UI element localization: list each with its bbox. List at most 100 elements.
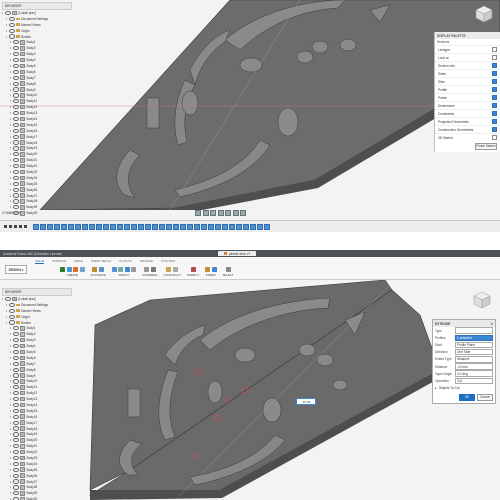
expand-arrow-icon[interactable]: [10, 123, 11, 126]
display-item[interactable]: Section Info: [435, 61, 500, 69]
toolbar-tab[interactable]: UTILITIES: [161, 259, 175, 264]
visibility-eye-icon[interactable]: [12, 105, 19, 110]
tool-icon[interactable]: [73, 267, 78, 272]
expand-arrow-icon[interactable]: [10, 194, 11, 197]
visibility-eye-icon[interactable]: [12, 128, 19, 133]
visibility-eye-icon[interactable]: [12, 479, 19, 484]
document-tab[interactable]: pinball deck v7: [218, 251, 257, 256]
display-item[interactable]: Constraints: [435, 109, 500, 117]
expand-arrow-icon[interactable]: [10, 59, 11, 62]
visibility-eye-icon[interactable]: [12, 116, 19, 122]
toolbar-tab[interactable]: SURFACE: [52, 259, 66, 264]
visibility-eye-icon[interactable]: [12, 99, 19, 104]
visibility-eye-icon[interactable]: [12, 87, 19, 92]
tool-icon[interactable]: [111, 267, 117, 272]
checkbox[interactable]: [492, 87, 497, 92]
tool-icon[interactable]: [66, 267, 72, 272]
expand-arrow-icon[interactable]: [10, 165, 11, 168]
visibility-eye-icon[interactable]: [12, 438, 19, 443]
display-mode-icon[interactable]: [225, 210, 231, 216]
display-item[interactable]: Profile: [435, 85, 500, 93]
display-item[interactable]: 3D Sketch: [435, 133, 500, 141]
toolbar-group[interactable]: MODIFY: [111, 267, 137, 277]
extrude-row[interactable]: Distance -10 mm: [433, 363, 495, 370]
expand-arrow-icon[interactable]: [10, 392, 11, 395]
expand-arrow-icon[interactable]: [10, 403, 11, 406]
timeline-feature-icon[interactable]: [229, 223, 235, 230]
expand-arrow-icon[interactable]: [10, 486, 11, 489]
timeline-feature-icon[interactable]: [89, 223, 95, 230]
timeline-feature-icon[interactable]: [82, 223, 88, 230]
timeline-feature-icon[interactable]: [96, 223, 102, 230]
visibility-eye-icon[interactable]: [12, 408, 19, 413]
expand-arrow-icon[interactable]: [10, 409, 11, 412]
ok-button[interactable]: OK: [459, 393, 475, 401]
visibility-eye-icon[interactable]: [12, 361, 19, 366]
timeline-feature-icon[interactable]: [257, 223, 263, 230]
expand-arrow-icon[interactable]: [2, 297, 3, 300]
toolbar-tab[interactable]: SHEET METAL: [91, 259, 112, 264]
display-item[interactable]: Linetype: [435, 45, 500, 53]
timeline-feature-icon[interactable]: [173, 223, 179, 230]
expand-arrow-icon[interactable]: [10, 386, 11, 389]
tool-icon[interactable]: [144, 267, 150, 272]
visibility-eye-icon[interactable]: [12, 193, 19, 198]
expand-arrow-icon[interactable]: [10, 374, 11, 377]
tool-icon[interactable]: [124, 267, 130, 272]
expand-arrow-icon[interactable]: [10, 76, 11, 79]
cancel-button[interactable]: Cancel: [477, 393, 493, 401]
expand-arrow-icon[interactable]: [10, 433, 11, 436]
visibility-eye-icon[interactable]: [12, 432, 19, 437]
visibility-eye-icon[interactable]: [12, 414, 19, 419]
timeline-feature-icon[interactable]: [68, 223, 74, 230]
tool-icon[interactable]: [98, 267, 104, 272]
tool-icon[interactable]: [92, 267, 98, 272]
toolbar-group[interactable]: CONSTRUCT: [163, 267, 181, 277]
visibility-eye-icon[interactable]: [12, 402, 19, 408]
visibility-eye-icon[interactable]: [12, 467, 19, 472]
checkbox[interactable]: [492, 79, 497, 84]
timeline-feature-icon[interactable]: [110, 223, 116, 230]
expand-arrow-icon[interactable]: [10, 117, 11, 120]
expand-arrow-icon[interactable]: [10, 153, 11, 156]
visibility-eye-icon[interactable]: [8, 22, 15, 27]
expand-arrow-icon[interactable]: [10, 345, 11, 348]
orbit-icon[interactable]: [195, 210, 201, 216]
tool-icon[interactable]: [225, 267, 231, 272]
workspace-dropdown[interactable]: DESIGN ▾: [5, 265, 27, 274]
expand-arrow-icon[interactable]: [10, 70, 11, 73]
timeline-feature-icon[interactable]: [124, 223, 130, 230]
visibility-eye-icon[interactable]: [12, 391, 19, 396]
checkbox[interactable]: [492, 127, 497, 132]
toolbar-group[interactable]: CREATE: [60, 267, 85, 277]
expand-arrow-icon[interactable]: [10, 451, 11, 454]
viewport-bottom[interactable]: [0, 280, 500, 500]
expand-arrow-icon[interactable]: [6, 321, 7, 324]
expand-arrow-icon[interactable]: [6, 35, 7, 38]
display-item[interactable]: Dimensions: [435, 101, 500, 109]
extrude-row[interactable]: Type: [433, 327, 495, 334]
timeline-feature-icon[interactable]: [222, 223, 228, 230]
toolbar-tab[interactable]: MESH: [74, 259, 83, 264]
tool-icon[interactable]: [79, 267, 85, 272]
visibility-eye-icon[interactable]: [12, 385, 19, 390]
expand-arrow-icon[interactable]: [10, 362, 11, 365]
extrude-row-value[interactable]: Distance: [455, 356, 493, 363]
extrude-row[interactable]: Start Profile Plane: [433, 341, 495, 349]
toolbar-group[interactable]: SELECT: [223, 267, 233, 277]
extrude-row-value[interactable]: 0.0 deg: [455, 370, 493, 377]
tool-icon[interactable]: [190, 267, 196, 272]
visibility-eye-icon[interactable]: [12, 343, 19, 349]
expand-arrow-icon[interactable]: [10, 141, 11, 144]
visibility-eye-icon[interactable]: [12, 326, 19, 331]
expand-arrow-icon[interactable]: [10, 100, 11, 103]
timeline-feature-icon[interactable]: [194, 223, 200, 230]
visibility-eye-icon[interactable]: [4, 10, 11, 16]
tool-icon[interactable]: [166, 267, 172, 272]
expand-arrow-icon[interactable]: [10, 106, 11, 109]
timeline-feature-icon[interactable]: [103, 223, 109, 230]
visibility-eye-icon[interactable]: [12, 485, 19, 490]
visibility-eye-icon[interactable]: [12, 152, 19, 157]
visibility-eye-icon[interactable]: [12, 52, 19, 57]
visibility-eye-icon[interactable]: [12, 450, 19, 455]
